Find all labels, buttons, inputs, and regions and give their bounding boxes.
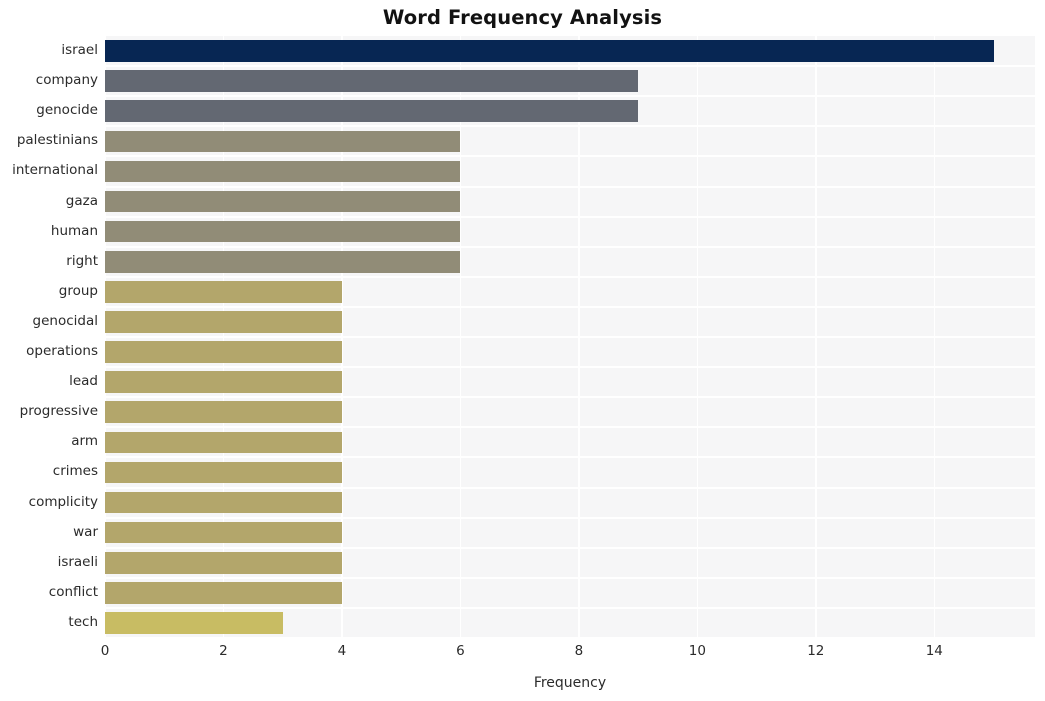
bar-human[interactable] [105, 220, 461, 243]
bar-israel[interactable] [105, 40, 994, 62]
row-separator [105, 336, 1035, 338]
row-separator [105, 456, 1035, 459]
row-separator [105, 275, 1035, 278]
row-separator [105, 516, 1035, 519]
bar-row [105, 431, 1035, 454]
bar-group[interactable] [105, 281, 342, 303]
bar-row [105, 551, 1035, 574]
row-separator [105, 95, 1035, 98]
bar-row [105, 281, 1035, 303]
y-tick-label-israeli: israeli [57, 553, 98, 570]
bar-crimes[interactable] [105, 461, 342, 484]
bar-row [105, 160, 1035, 183]
bar-row [105, 521, 1035, 544]
y-tick-label-company: company [35, 72, 98, 89]
row-separator [105, 546, 1035, 549]
bars-layer [105, 36, 1035, 639]
y-tick-label-arm: arm [71, 433, 98, 450]
x-tick-label-14: 14 [925, 643, 943, 659]
bar-row [105, 341, 1035, 363]
bar-conflict[interactable] [105, 582, 342, 604]
bar-international[interactable] [105, 160, 461, 183]
bar-row [105, 401, 1035, 424]
bar-tech[interactable] [105, 612, 283, 634]
y-tick-label-crimes: crimes [52, 463, 98, 480]
row-separator [105, 65, 1035, 68]
bar-row [105, 311, 1035, 333]
row-separator [105, 155, 1035, 158]
row-separator [105, 426, 1035, 429]
y-tick-label-tech: tech [68, 613, 98, 630]
bar-genocide[interactable] [105, 100, 639, 123]
y-tick-label-group: group [58, 282, 98, 299]
y-tick-label-conflict: conflict [48, 583, 98, 600]
y-tick-label-progressive: progressive [19, 403, 98, 420]
bar-right[interactable] [105, 250, 461, 273]
row-separator [105, 215, 1035, 218]
row-separator [105, 185, 1035, 188]
row-separator [105, 366, 1035, 369]
y-tick-label-right: right [66, 252, 98, 269]
row-separator [105, 606, 1035, 609]
x-tick-label-4: 4 [337, 643, 347, 659]
row-separator [105, 576, 1035, 579]
y-axis-tick-labels: israel company genocide palestinians interna… [0, 36, 98, 638]
y-tick-label-genocide: genocide [36, 102, 98, 119]
y-tick-label-gaza: gaza [65, 192, 98, 209]
row-separator [105, 396, 1035, 399]
y-tick-label-war: war [73, 523, 98, 540]
bar-row [105, 70, 1035, 92]
y-tick-label-international: international [12, 162, 98, 179]
chart-title: Word Frequency Analysis [382, 6, 663, 29]
y-tick-label-palestinians: palestinians [16, 132, 98, 149]
bar-company[interactable] [105, 70, 639, 92]
x-tick-label-0: 0 [100, 643, 110, 659]
bar-lead[interactable] [105, 371, 342, 393]
row-separator [105, 486, 1035, 489]
bar-arm[interactable] [105, 431, 342, 454]
bar-row [105, 491, 1035, 514]
bar-operations[interactable] [105, 341, 342, 363]
bar-row [105, 250, 1035, 273]
x-tick-label-12: 12 [807, 643, 825, 659]
y-tick-label-complicity: complicity [28, 493, 98, 510]
y-tick-label-human: human [50, 222, 98, 239]
x-axis-title: Frequency [533, 675, 607, 691]
plot-area [104, 36, 1035, 639]
y-tick-label-operations: operations [26, 343, 98, 360]
bar-palestinians[interactable] [105, 130, 461, 153]
row-separator [105, 305, 1035, 308]
bar-row [105, 582, 1035, 604]
word-frequency-chart-figure: Word Frequency Analysis israel company gen… [0, 0, 1045, 701]
bar-war[interactable] [105, 521, 342, 544]
bar-row [105, 612, 1035, 634]
y-tick-label-israel: israel [61, 42, 98, 59]
row-separator [105, 125, 1035, 128]
x-tick-label-6: 6 [456, 643, 465, 659]
row-separator [105, 245, 1035, 248]
bar-genocidal[interactable] [105, 311, 342, 333]
x-tick-label-10: 10 [688, 643, 706, 659]
bar-row [105, 371, 1035, 393]
bar-row [105, 40, 1035, 62]
x-axis-tick-labels: 0 2 4 6 8 10 12 14 [0, 643, 1045, 665]
bar-row [105, 100, 1035, 123]
y-tick-label-genocidal: genocidal [32, 312, 98, 329]
x-tick-label-8: 8 [574, 643, 584, 659]
bar-row [105, 190, 1035, 213]
bar-row [105, 130, 1035, 153]
bar-israeli[interactable] [105, 551, 342, 574]
bar-complicity[interactable] [105, 491, 342, 514]
row-separator [105, 637, 1035, 639]
bar-progressive[interactable] [105, 401, 342, 424]
bar-row [105, 461, 1035, 484]
y-tick-label-lead: lead [69, 373, 98, 390]
bar-row [105, 220, 1035, 243]
x-tick-label-2: 2 [219, 643, 228, 659]
bar-gaza[interactable] [105, 190, 461, 213]
